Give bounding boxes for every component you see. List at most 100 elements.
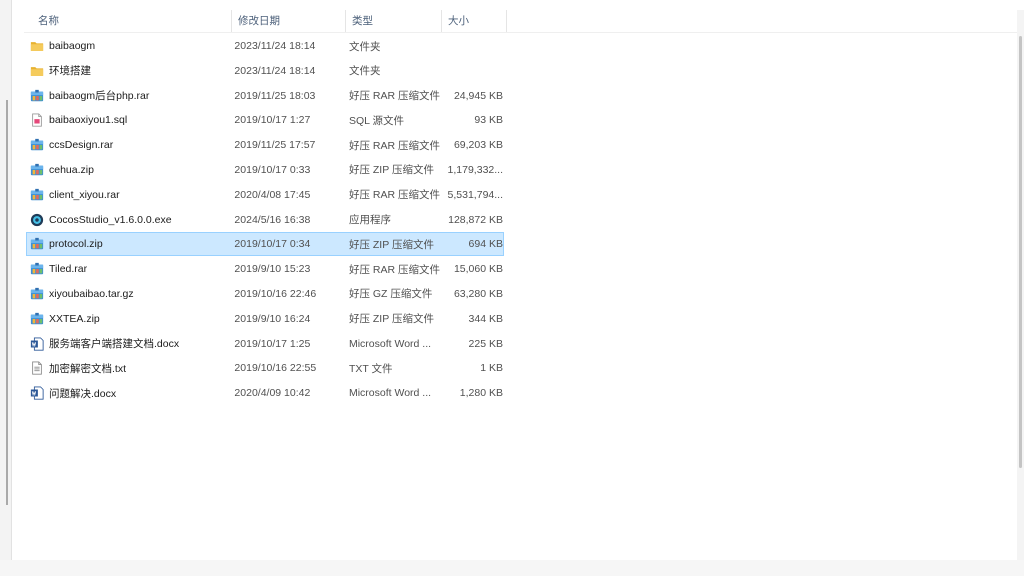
- file-row[interactable]: client_xiyou.rar 2020/4/08 17:45 好压 RAR 压缩…: [26, 183, 504, 207]
- file-modified-date: 2019/9/10 16:24: [234, 312, 311, 325]
- file-type: 好压 RAR 压缩文件: [348, 139, 440, 152]
- archive-icon: [30, 312, 44, 326]
- file-row[interactable]: baibaoxiyou1.sql 2019/10/17 1:27 SQL 源文件 93…: [26, 108, 504, 132]
- file-name-cell: CocosStudio_v1.6.0.0.exe: [27, 213, 229, 227]
- file-row[interactable]: cehua.zip 2019/10/17 0:33 好压 ZIP 压缩文件 1,179…: [26, 158, 504, 182]
- file-size: 63,280 KB: [453, 287, 503, 300]
- column-header-date-label: 修改日期: [238, 15, 280, 27]
- sql-file-icon: [30, 113, 44, 127]
- file-row[interactable]: baibaogm 2023/11/24 18:14 文件夹: [26, 34, 504, 58]
- file-row[interactable]: protocol.zip 2019/10/17 0:34 好压 ZIP 压缩文件 69…: [26, 232, 504, 257]
- file-row[interactable]: 环境搭建 2023/11/24 18:14 文件夹: [26, 59, 504, 83]
- file-name-cell: baibaoxiyou1.sql: [27, 113, 229, 127]
- column-header-type[interactable]: 类型: [346, 10, 442, 32]
- file-size: 24,945 KB: [453, 89, 503, 102]
- file-modified-date: 2019/10/17 1:25: [234, 337, 311, 350]
- file-name: baibaoxiyou1.sql: [49, 114, 128, 127]
- column-header-size[interactable]: 大小: [442, 10, 507, 32]
- file-modified-date: 2019/11/25 17:57: [234, 139, 316, 152]
- text-file-icon: [30, 361, 44, 375]
- file-name: xiyoubaibao.tar.gz: [49, 287, 134, 300]
- file-row[interactable]: 服务端客户端搭建文档.docx 2019/10/17 1:25 Microsoft …: [26, 332, 504, 356]
- file-type: 好压 ZIP 压缩文件: [348, 313, 434, 326]
- word-doc-icon: [30, 337, 44, 351]
- archive-icon: [30, 237, 44, 251]
- file-row[interactable]: CocosStudio_v1.6.0.0.exe 2024/5/16 16:38 应…: [26, 208, 504, 232]
- file-size: 5,531,794...: [447, 188, 503, 201]
- file-type: 好压 RAR 压缩文件: [348, 90, 440, 103]
- header-divider: [24, 32, 1018, 33]
- archive-icon: [30, 188, 44, 202]
- file-name: baibaogm后台php.rar: [49, 90, 150, 103]
- file-row[interactable]: 加密解密文档.txt 2019/10/16 22:55 TXT 文件 1 KB: [26, 356, 504, 380]
- file-size: 69,203 KB: [453, 139, 503, 152]
- column-header-size-label: 大小: [448, 15, 469, 27]
- file-size: 1,179,332...: [447, 163, 503, 176]
- folder-icon: [30, 39, 44, 53]
- file-name: 加密解密文档.txt: [49, 362, 127, 375]
- file-type: TXT 文件: [348, 362, 393, 375]
- file-name-cell: 环境搭建: [27, 63, 229, 78]
- file-modified-date: 2020/4/08 17:45: [234, 188, 311, 201]
- file-modified-date: 2023/11/24 18:14: [234, 64, 316, 77]
- file-type: Microsoft Word ...: [348, 387, 432, 400]
- column-header-type-label: 类型: [352, 15, 373, 27]
- file-name: baibaogm: [49, 40, 96, 52]
- file-size: 344 KB: [468, 312, 503, 325]
- archive-icon: [30, 262, 44, 276]
- file-name: ccsDesign.rar: [49, 139, 114, 152]
- column-header-name[interactable]: 名称: [24, 10, 232, 32]
- archive-icon: [30, 138, 44, 152]
- vertical-scrollbar-thumb[interactable]: [1019, 36, 1022, 468]
- file-size: 694 KB: [468, 238, 503, 251]
- exe-icon: [30, 213, 44, 227]
- file-row[interactable]: XXTEA.zip 2019/9/10 16:24 好压 ZIP 压缩文件 344 K…: [26, 307, 504, 331]
- file-explorer-window: 名称 修改日期 类型 大小 baibaogm 2023/11/24 18:14 文件…: [0, 0, 1024, 576]
- file-modified-date: 2019/9/10 15:23: [234, 263, 311, 276]
- file-type: 好压 GZ 压缩文件: [348, 288, 433, 301]
- file-name: client_xiyou.rar: [49, 188, 120, 201]
- file-name-cell: Tiled.rar: [27, 262, 229, 276]
- file-size: 128,872 KB: [448, 213, 503, 226]
- file-name: 问题解决.docx: [49, 387, 117, 400]
- file-name: cehua.zip: [49, 163, 94, 176]
- file-size: 1 KB: [480, 362, 503, 375]
- archive-icon: [30, 89, 44, 103]
- folder-icon: [30, 64, 44, 78]
- file-modified-date: 2019/10/17 1:27: [234, 114, 311, 127]
- word-doc-icon: [30, 386, 44, 400]
- file-name-cell: protocol.zip: [27, 237, 229, 251]
- file-name: Tiled.rar: [49, 263, 88, 276]
- file-name-cell: baibaogm后台php.rar: [27, 88, 229, 103]
- file-type: 文件夹: [348, 40, 381, 53]
- file-row[interactable]: 问题解决.docx 2020/4/09 10:42 Microsoft Word .…: [26, 381, 504, 405]
- file-name: 环境搭建: [49, 65, 91, 78]
- file-size: 93 KB: [474, 114, 503, 127]
- file-size: 225 KB: [468, 337, 503, 350]
- archive-icon: [30, 163, 44, 177]
- file-list: baibaogm 2023/11/24 18:14 文件夹 环境搭建 2023/11/2…: [26, 34, 504, 406]
- file-modified-date: 2019/11/25 18:03: [234, 89, 316, 102]
- file-name-cell: ccsDesign.rar: [27, 138, 229, 152]
- file-type: 好压 ZIP 压缩文件: [348, 238, 434, 251]
- file-row[interactable]: baibaogm后台php.rar 2019/11/25 18:03 好压 RAR …: [26, 84, 504, 108]
- file-name-cell: cehua.zip: [27, 163, 229, 177]
- file-row[interactable]: ccsDesign.rar 2019/11/25 17:57 好压 RAR 压缩文件…: [26, 133, 504, 157]
- file-modified-date: 2020/4/09 10:42: [234, 387, 311, 400]
- file-size: 1,280 KB: [459, 387, 503, 400]
- file-type: 好压 RAR 压缩文件: [348, 189, 440, 202]
- navigation-pane-scrollbar[interactable]: [6, 100, 8, 505]
- file-name-cell: 服务端客户端搭建文档.docx: [27, 336, 229, 351]
- file-type: 好压 ZIP 压缩文件: [348, 164, 434, 177]
- file-name: CocosStudio_v1.6.0.0.exe: [49, 213, 172, 226]
- file-row[interactable]: Tiled.rar 2019/9/10 15:23 好压 RAR 压缩文件 15,06…: [26, 257, 504, 281]
- column-header-date[interactable]: 修改日期: [232, 10, 346, 32]
- file-type: 文件夹: [348, 65, 381, 78]
- file-name: 服务端客户端搭建文档.docx: [49, 338, 180, 351]
- file-modified-date: 2024/5/16 16:38: [234, 213, 311, 226]
- file-modified-date: 2023/11/24 18:14: [234, 40, 316, 52]
- file-row[interactable]: xiyoubaibao.tar.gz 2019/10/16 22:46 好压 GZ …: [26, 282, 504, 306]
- file-modified-date: 2019/10/17 0:34: [234, 238, 311, 251]
- file-name-cell: client_xiyou.rar: [27, 188, 229, 202]
- file-modified-date: 2019/10/16 22:46: [234, 287, 317, 300]
